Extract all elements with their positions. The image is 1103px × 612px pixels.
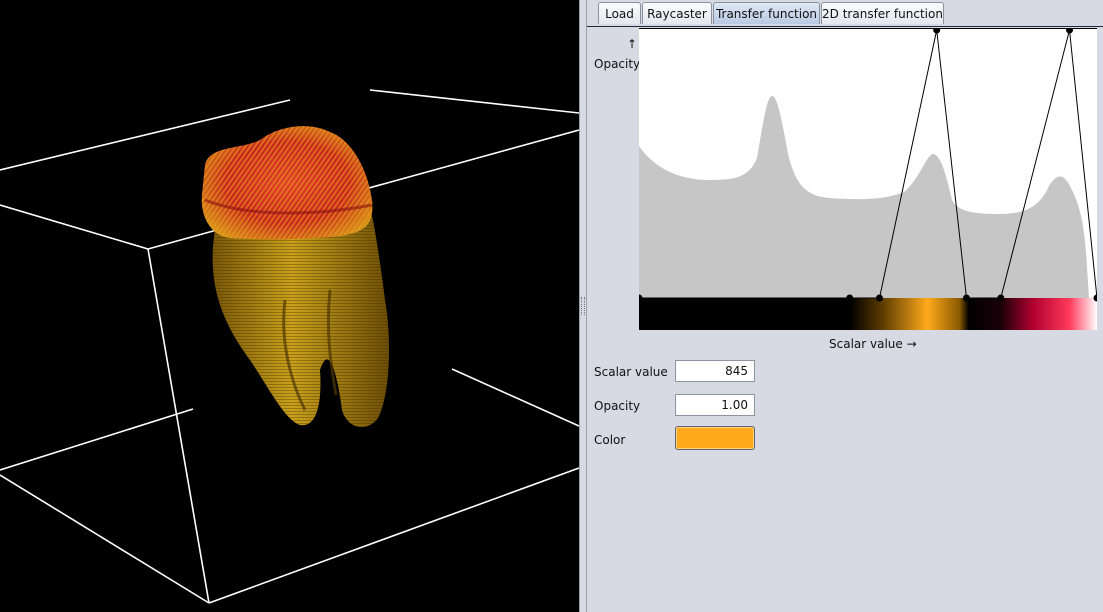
- tooth-volume: [201, 126, 390, 428]
- control-point[interactable]: [962, 294, 970, 302]
- transfer-function-editor[interactable]: [639, 28, 1097, 330]
- color-label: Color: [594, 433, 626, 447]
- color-map-bar[interactable]: [639, 298, 1097, 330]
- transfer-function-plot[interactable]: [639, 28, 1097, 330]
- volume-render: [0, 89, 579, 604]
- tab-bar: Load Raycaster Transfer function 2D tran…: [587, 0, 1103, 27]
- x-axis-label: Scalar value →: [829, 337, 917, 351]
- control-point[interactable]: [846, 294, 854, 302]
- scalar-value-label: Scalar value: [594, 365, 668, 379]
- tab-load[interactable]: Load: [598, 2, 641, 24]
- y-axis-arrow: ↑: [627, 37, 638, 51]
- tab-transfer-function[interactable]: Transfer function: [713, 2, 820, 24]
- opacity-input[interactable]: [675, 394, 755, 416]
- tab-2d-transfer-function[interactable]: 2D transfer function: [821, 2, 944, 24]
- y-axis-label: Opacity: [594, 57, 641, 71]
- render-viewport[interactable]: [0, 0, 579, 612]
- color-swatch-button[interactable]: [675, 426, 755, 450]
- control-point[interactable]: [875, 294, 883, 302]
- opacity-label: Opacity: [594, 399, 641, 413]
- control-panel: Load Raycaster Transfer function 2D tran…: [587, 0, 1103, 612]
- divider-grip[interactable]: [581, 297, 585, 315]
- split-pane-divider[interactable]: [579, 0, 587, 612]
- scalar-value-input[interactable]: [675, 360, 755, 382]
- tab-raycaster[interactable]: Raycaster: [642, 2, 712, 24]
- control-point[interactable]: [997, 294, 1005, 302]
